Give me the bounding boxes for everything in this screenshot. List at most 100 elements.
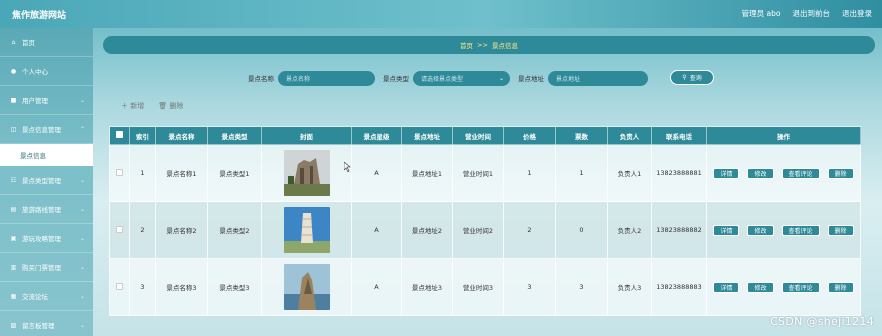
chevron-icon: ⌄: [79, 263, 85, 271]
home-icon: ⌂: [11, 38, 16, 46]
chevron-icon: ⌄: [79, 96, 85, 104]
cell-star: A: [351, 258, 402, 316]
sidebar-item-label: 个人中心: [22, 68, 48, 76]
cell-type: 景点类型1: [207, 144, 262, 202]
main-content: 首页 >> 景点信息 景点名称 景点名称 景点类型 请选择景点类型 ⌄ 景点地址 …: [93, 28, 882, 336]
user-icon: ●: [10, 67, 17, 75]
cell-price: 1: [503, 144, 556, 202]
sidebar-item-label: 购买门票管理: [22, 264, 61, 272]
cell-person: 负责人3: [607, 258, 652, 316]
sidebar-item-profile[interactable]: ● 个人中心: [0, 57, 93, 86]
chevron-icon: ⌄: [79, 234, 85, 242]
sidebar-item-scenic-manage[interactable]: ◫ 景点信息管理 ⌃: [0, 115, 93, 144]
type-select[interactable]: 请选择景点类型 ⌄: [413, 70, 510, 86]
search-button[interactable]: ⚲ 查询: [670, 70, 714, 85]
sidebar: ⌂ 首页 ● 个人中心 ■ 用户管理 ⌄ ◫ 景点信息管理 ⌃ 景点信息 ☷ 景点类型管理 ⌄ …: [0, 28, 93, 336]
detail-button[interactable]: 详情: [713, 167, 740, 179]
chevron-icon: ⌄: [79, 176, 85, 184]
sidebar-item-label: 游玩攻略管理: [22, 235, 61, 243]
table-row: 1 景点名称1 景点类型1 A 景点地址1 营业时间1 1 1 负责人1 138…: [109, 144, 861, 202]
col-addr: 景点地址: [401, 126, 453, 145]
type-select-value: 请选择景点类型: [421, 75, 464, 83]
message-icon: ▧: [10, 321, 17, 329]
sidebar-subitem-scenic-info[interactable]: 景点信息: [0, 144, 93, 166]
breadcrumb-current: 景点信息: [491, 42, 518, 50]
search-icon: ⚲: [682, 74, 687, 81]
view-reviews-button[interactable]: 查看评论: [781, 281, 820, 293]
addr-label: 景点地址: [518, 75, 544, 83]
col-person: 负责人: [607, 126, 652, 145]
delete-label: 删除: [169, 102, 184, 110]
go-frontend-link[interactable]: 退出到前台: [793, 8, 831, 19]
cell-ops: 详情 修改 查看评论 删除: [706, 144, 861, 202]
table-row: 2 景点名称2 景点类型2 A 景点地址2 营业时间2 2 0 负责人2 138…: [109, 201, 861, 259]
col-cover: 封面: [261, 126, 352, 145]
col-name: 景点名称: [155, 126, 208, 145]
cover-image: [283, 264, 330, 310]
detail-button[interactable]: 详情: [713, 281, 740, 293]
delete-row-button[interactable]: 删除: [827, 281, 854, 293]
sidebar-item-forum[interactable]: ▦ 交流论坛 ⌄: [0, 282, 93, 311]
edit-button[interactable]: 修改: [747, 167, 774, 179]
view-reviews-button[interactable]: 查看评论: [781, 224, 820, 236]
detail-button[interactable]: 详情: [713, 224, 740, 236]
forum-icon: ▦: [10, 292, 17, 300]
cell-hours: 营业时间1: [452, 144, 504, 202]
cell-phone: 13823888882: [651, 201, 707, 259]
mouse-cursor-icon: [344, 162, 351, 172]
action-bar: ＋ 新增 🗑 删除: [121, 101, 183, 111]
cell-phone: 13823888881: [651, 144, 707, 202]
cell-cover: [261, 201, 352, 259]
cell-type: 景点类型2: [207, 201, 262, 259]
chevron-icon: ⌄: [79, 292, 85, 300]
sidebar-item-scenic-types[interactable]: ☷ 景点类型管理 ⌄: [0, 166, 93, 195]
search-button-label: 查询: [689, 75, 702, 82]
logout-link[interactable]: 退出登录: [842, 8, 872, 19]
sidebar-item-routes[interactable]: ▤ 旅游路线管理 ⌄: [0, 195, 93, 224]
name-search-input[interactable]: 景点名称: [278, 70, 375, 86]
sidebar-item-tickets[interactable]: ▥ 购买门票管理 ⌄: [0, 253, 93, 282]
delete-button[interactable]: 🗑 删除: [158, 101, 183, 111]
sidebar-item-label: 景点类型管理: [22, 177, 61, 185]
sidebar-item-guides[interactable]: ▣ 游玩攻略管理 ⌄: [0, 224, 93, 253]
top-bar: 焦作旅游网站 管理员 abo 退出到前台 退出登录: [0, 0, 882, 28]
add-button[interactable]: ＋ 新增: [121, 101, 144, 111]
delete-row-button[interactable]: 删除: [827, 167, 854, 179]
cell-ops: 详情 修改 查看评论 删除: [706, 201, 861, 259]
cell-addr: 景点地址3: [401, 258, 453, 316]
cell-tickets: 0: [555, 201, 608, 259]
edit-button[interactable]: 修改: [747, 224, 774, 236]
cell-star: A: [351, 144, 402, 202]
row-checkbox[interactable]: [109, 144, 130, 202]
trash-icon: 🗑: [158, 102, 168, 110]
sidebar-item-label: 景点信息管理: [22, 126, 61, 134]
sidebar-item-home[interactable]: ⌂ 首页: [0, 28, 93, 57]
view-reviews-button[interactable]: 查看评论: [781, 167, 820, 179]
sidebar-item-messages[interactable]: ▧ 留言板管理 ⌄: [0, 311, 93, 336]
addr-search-input[interactable]: 景点地址: [548, 70, 648, 86]
breadcrumb-home[interactable]: 首页: [460, 40, 473, 50]
col-tickets: 票数: [555, 126, 608, 145]
cell-price: 3: [503, 258, 556, 316]
breadcrumb-separator: >>: [477, 41, 488, 49]
row-checkbox[interactable]: [109, 258, 130, 316]
scenic-table: 索引 景点名称 景点类型 封面 景点星级 景点地址 营业时间 价格 票数 负责人…: [109, 126, 861, 316]
name-label: 景点名称: [248, 75, 274, 83]
delete-row-button[interactable]: 删除: [827, 224, 854, 236]
add-label: 新增: [130, 102, 145, 110]
grid-icon: ◫: [10, 125, 17, 133]
cell-index: 2: [129, 201, 156, 259]
sidebar-item-users[interactable]: ■ 用户管理 ⌄: [0, 86, 93, 115]
cell-addr: 景点地址1: [401, 144, 453, 202]
users-icon: ■: [10, 96, 17, 104]
row-checkbox[interactable]: [109, 201, 130, 259]
cell-tickets: 1: [555, 144, 608, 202]
edit-button[interactable]: 修改: [747, 281, 774, 293]
site-title: 焦作旅游网站: [12, 10, 67, 21]
col-type: 景点类型: [207, 126, 262, 145]
cell-name: 景点名称1: [155, 144, 208, 202]
cell-ops: 详情 修改 查看评论 删除: [706, 258, 861, 316]
cell-hours: 营业时间3: [452, 258, 504, 316]
select-all-checkbox[interactable]: [109, 126, 130, 145]
list-icon: ☷: [10, 176, 17, 184]
